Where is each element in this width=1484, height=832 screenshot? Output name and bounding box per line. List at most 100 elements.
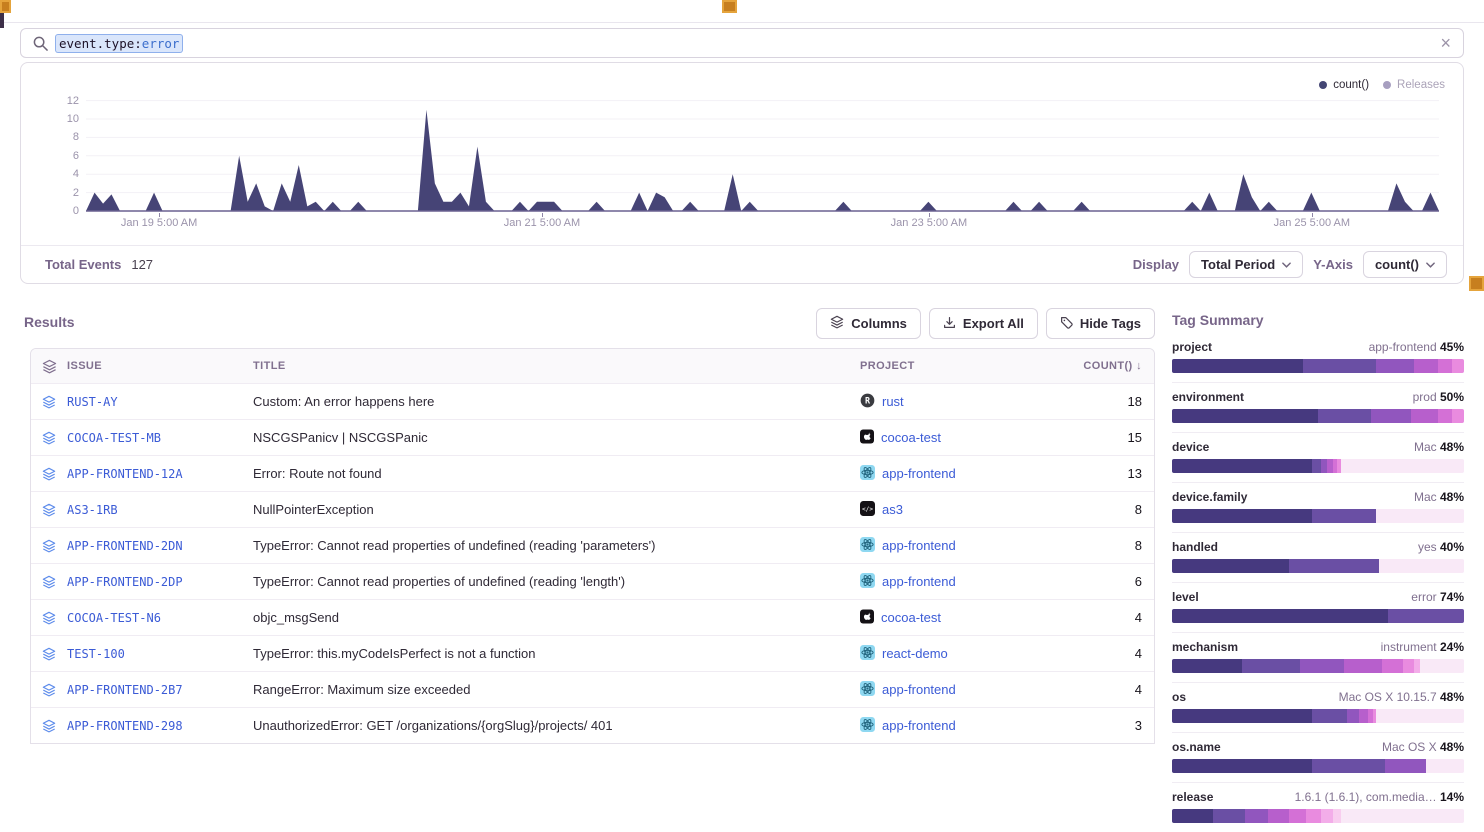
tag-bar-segment[interactable] [1172, 809, 1213, 823]
project-link[interactable]: cocoa-test [881, 610, 941, 625]
project-link[interactable]: as3 [882, 502, 903, 517]
issue-link[interactable]: RUST-AY [67, 395, 253, 409]
tag-bar-segment[interactable] [1306, 809, 1321, 823]
project-link[interactable]: react-demo [882, 646, 948, 661]
tag-bar-segment[interactable] [1172, 459, 1312, 473]
issue-stack-icon[interactable] [31, 611, 67, 625]
issue-stack-icon[interactable] [31, 467, 67, 481]
tag-bar-segment[interactable] [1452, 359, 1464, 373]
resize-handle-top-left[interactable] [0, 0, 11, 13]
project-link[interactable]: app-frontend [882, 466, 956, 481]
issue-stack-icon[interactable] [31, 719, 67, 733]
tag-distribution-bar[interactable] [1172, 509, 1464, 523]
tag-bar-segment[interactable] [1403, 659, 1415, 673]
col-header-title[interactable]: TITLE [253, 360, 860, 372]
issue-link[interactable]: APP-FRONTEND-2DP [67, 575, 253, 589]
tag-bar-segment[interactable] [1388, 609, 1464, 623]
yaxis-dropdown[interactable]: count() [1363, 251, 1447, 278]
tag-bar-segment[interactable] [1321, 809, 1333, 823]
search-bar[interactable]: event.type:error × [20, 28, 1464, 58]
resize-handle-right[interactable] [1469, 276, 1484, 291]
tag-bar-segment[interactable] [1268, 809, 1288, 823]
search-query-token[interactable]: event.type:error [56, 35, 182, 52]
issue-stack-icon[interactable] [31, 575, 67, 589]
issue-link[interactable]: APP-FRONTEND-298 [67, 719, 253, 733]
issue-link[interactable]: APP-FRONTEND-2DN [67, 539, 253, 553]
tag-bar-segment[interactable] [1213, 809, 1245, 823]
tag-bar-segment[interactable] [1333, 809, 1342, 823]
tag-distribution-bar[interactable] [1172, 459, 1464, 473]
tag-bar-segment[interactable] [1438, 359, 1453, 373]
issue-stack-icon[interactable] [31, 539, 67, 553]
tag-bar-segment[interactable] [1452, 409, 1464, 423]
tag-bar-segment[interactable] [1172, 659, 1242, 673]
display-dropdown[interactable]: Total Period [1189, 251, 1303, 278]
tag-bar-segment[interactable] [1300, 659, 1344, 673]
tag-bar-segment[interactable] [1242, 659, 1300, 673]
issue-stack-icon[interactable] [31, 395, 67, 409]
tag-bar-segment[interactable] [1289, 559, 1380, 573]
issue-link[interactable]: APP-FRONTEND-2B7 [67, 683, 253, 697]
close-icon[interactable]: × [1440, 34, 1451, 52]
col-header-issue[interactable]: ISSUE [67, 360, 253, 372]
hide-tags-button[interactable]: Hide Tags [1046, 308, 1155, 339]
events-area-chart[interactable] [86, 95, 1439, 213]
tag-bar-segment[interactable] [1172, 609, 1388, 623]
project-link[interactable]: rust [882, 394, 904, 409]
tag-bar-segment[interactable] [1376, 359, 1414, 373]
issue-stack-icon[interactable] [31, 647, 67, 661]
tag-bar-segment[interactable] [1172, 559, 1289, 573]
tag-bar-segment[interactable] [1382, 659, 1402, 673]
tag-distribution-bar[interactable] [1172, 359, 1464, 373]
issue-stack-icon[interactable] [31, 683, 67, 697]
tag-bar-segment[interactable] [1172, 509, 1312, 523]
tag-name: mechanism [1172, 640, 1238, 654]
issue-link[interactable]: COCOA-TEST-N6 [67, 611, 253, 625]
tag-bar-segment[interactable] [1371, 409, 1412, 423]
issue-link[interactable]: COCOA-TEST-MB [67, 431, 253, 445]
tag-bar-segment[interactable] [1172, 759, 1312, 773]
tag-bar-segment[interactable] [1385, 759, 1426, 773]
tag-distribution-bar[interactable] [1172, 759, 1464, 773]
tag-bar-segment[interactable] [1359, 709, 1368, 723]
legend-item-releases[interactable]: Releases [1383, 79, 1445, 91]
tag-bar-segment[interactable] [1303, 359, 1376, 373]
tag-bar-segment[interactable] [1312, 759, 1385, 773]
tag-bar-segment[interactable] [1344, 659, 1382, 673]
columns-button[interactable]: Columns [816, 308, 921, 339]
tag-bar-segment[interactable] [1312, 709, 1347, 723]
tag-distribution-bar[interactable] [1172, 659, 1464, 673]
issue-link[interactable]: TEST-100 [67, 647, 253, 661]
tag-distribution-bar[interactable] [1172, 809, 1464, 823]
tag-bar-segment[interactable] [1318, 409, 1371, 423]
project-link[interactable]: app-frontend [882, 538, 956, 553]
tag-bar-segment[interactable] [1172, 409, 1318, 423]
issue-link[interactable]: AS3-1RB [67, 503, 253, 517]
issue-stack-icon[interactable] [31, 431, 67, 445]
project-link[interactable]: cocoa-test [881, 430, 941, 445]
col-header-project[interactable]: PROJECT [860, 360, 1070, 372]
tag-bar-segment[interactable] [1347, 709, 1359, 723]
tag-bar-segment[interactable] [1414, 359, 1437, 373]
legend-item-count[interactable]: count() [1319, 79, 1369, 91]
issue-link[interactable]: APP-FRONTEND-12A [67, 467, 253, 481]
resize-handle-top-center[interactable] [722, 0, 737, 13]
issue-stack-icon[interactable] [31, 503, 67, 517]
tag-distribution-bar[interactable] [1172, 559, 1464, 573]
tag-bar-segment[interactable] [1411, 409, 1437, 423]
project-link[interactable]: app-frontend [882, 718, 956, 733]
tag-bar-segment[interactable] [1172, 359, 1303, 373]
project-link[interactable]: app-frontend [882, 574, 956, 589]
tag-distribution-bar[interactable] [1172, 409, 1464, 423]
export-all-button[interactable]: Export All [929, 308, 1038, 339]
tag-distribution-bar[interactable] [1172, 709, 1464, 723]
tag-bar-segment[interactable] [1172, 709, 1312, 723]
tag-bar-segment[interactable] [1312, 459, 1321, 473]
tag-bar-segment[interactable] [1312, 509, 1376, 523]
tag-distribution-bar[interactable] [1172, 609, 1464, 623]
tag-bar-segment[interactable] [1245, 809, 1268, 823]
tag-bar-segment[interactable] [1289, 809, 1307, 823]
col-header-count[interactable]: COUNT() ↓ [1070, 360, 1142, 372]
tag-bar-segment[interactable] [1438, 409, 1453, 423]
project-link[interactable]: app-frontend [882, 682, 956, 697]
